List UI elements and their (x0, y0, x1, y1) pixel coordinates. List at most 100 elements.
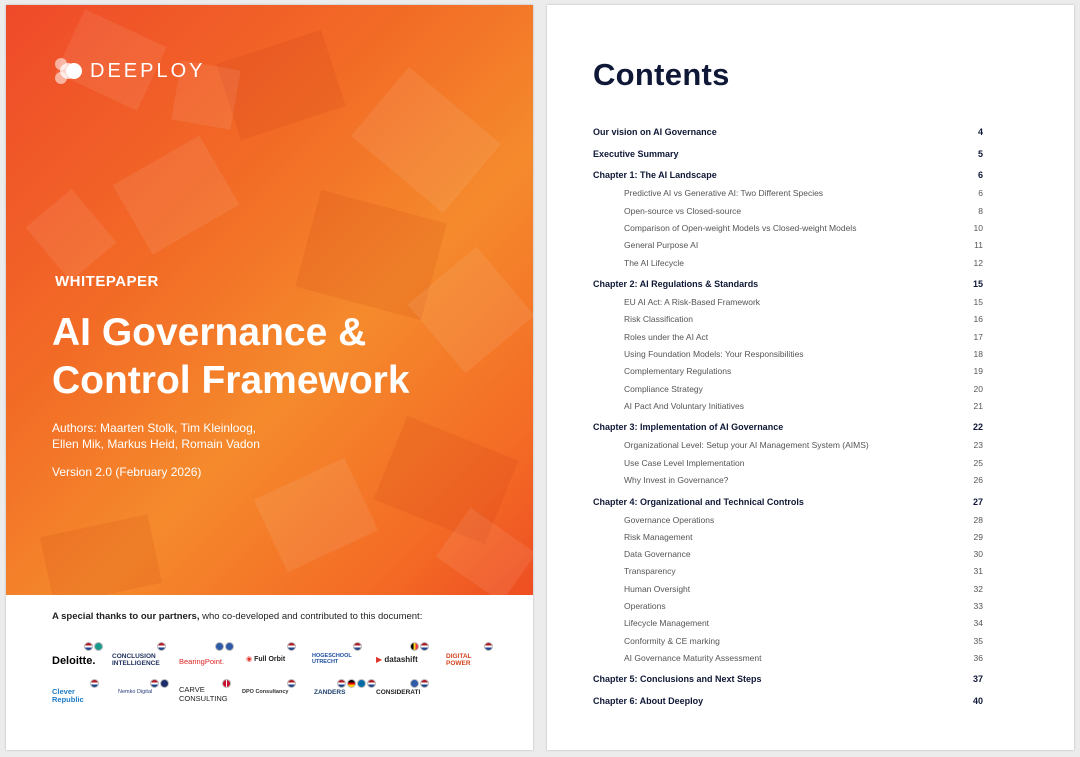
partner-logo: Deloitte. (52, 655, 96, 667)
toc-entry-page-number: 20 (973, 383, 983, 394)
toc-chapter-entry[interactable]: Chapter 4: Organizational and Technical … (593, 497, 983, 511)
toc-entry-page-number: 11 (974, 240, 983, 251)
toc-entry-title: Organizational Level: Setup your AI Mana… (624, 440, 869, 451)
logo-text: DEEPLOY (90, 59, 206, 82)
toc-entry-title: Risk Management (624, 531, 693, 542)
toc-section-entry[interactable]: Using Foundation Models: Your Responsibi… (593, 349, 983, 363)
toc-entry-title: Chapter 4: Organizational and Technical … (593, 496, 804, 507)
toc-entry-page-number: 12 (973, 257, 983, 268)
toc-entry-page-number: 27 (972, 496, 983, 507)
partner-flags (215, 642, 234, 651)
toc-entry-page-number: 34 (973, 618, 983, 629)
partner-flags (410, 642, 429, 651)
toc-entry-page-number: 36 (973, 652, 983, 663)
toc-entry-title: Complementary Regulations (624, 366, 732, 377)
toc-chapter-entry[interactable]: Chapter 2: AI Regulations & Standards 15 (593, 279, 983, 293)
toc-entry-page-number: 8 (978, 205, 983, 216)
toc-section-entry[interactable]: Complementary Regulations 19 (593, 366, 983, 380)
toc-entry-title: Compliance Strategy (624, 383, 703, 394)
cover-background: DEEPLOY WHITEPAPER AI Governance & Contr… (6, 5, 533, 595)
toc-section-entry[interactable]: Organizational Level: Setup your AI Mana… (593, 440, 983, 454)
toc-entry-page-number: 19 (973, 366, 983, 377)
toc-entry-page-number: 31 (973, 566, 983, 577)
toc-chapter-entry[interactable]: Chapter 5: Conclusions and Next Steps 37 (593, 674, 983, 688)
partner-logo: HOGESCHOOL UTRECHT (312, 653, 352, 665)
partner-logo: DPO Consultancy (242, 689, 289, 695)
toc-section-entry[interactable]: Open-source vs Closed-source 8 (593, 206, 983, 220)
toc-entry-title: Our vision on AI Governance (593, 127, 717, 137)
deeploy-logo: DEEPLOY (52, 55, 205, 87)
toc-section-entry[interactable]: Transparency 31 (593, 566, 983, 580)
toc-entry-title: Predictive AI vs Generative AI: Two Diff… (624, 188, 824, 199)
toc-chapter-entry[interactable]: Executive Summary 5 (593, 149, 983, 163)
partner-flags (90, 679, 99, 688)
toc-entry-title: AI Pact And Voluntary Initiatives (624, 400, 745, 411)
version: Version 2.0 (February 2026) (52, 465, 202, 479)
toc-section-entry[interactable]: General Purpose AI 11 (593, 240, 983, 254)
toc-entry-title: General Purpose AI (624, 240, 699, 251)
partner-flags (84, 642, 103, 651)
toc-entry-title: EU AI Act: A Risk-Based Framework (624, 297, 761, 308)
partner-flags (287, 679, 296, 688)
toc-entry-title: Data Governance (624, 549, 691, 560)
toc-section-entry[interactable]: Predictive AI vs Generative AI: Two Diff… (593, 188, 983, 202)
toc-entry-title: Comparison of Open-weight Models vs Clos… (624, 223, 857, 233)
toc-entry-page-number: 30 (973, 549, 983, 560)
toc-section-entry[interactable]: AI Governance Maturity Assessment 36 (593, 653, 983, 667)
toc-entry-page-number: 26 (973, 475, 983, 485)
toc-section-entry[interactable]: Compliance Strategy 20 (593, 384, 983, 398)
thanks-bold: A special thanks to our partners, (52, 611, 200, 622)
partner-flags (484, 642, 493, 651)
partner-logo: CONCLUSION INTELLIGENCE (112, 653, 160, 667)
toc-section-entry[interactable]: Roles under the AI Act 17 (593, 332, 983, 346)
toc-entry-title: Conformity & CE marking (624, 635, 720, 646)
toc-section-entry[interactable]: Conformity & CE marking 35 (593, 636, 983, 650)
partner-logo: BearingPoint. (179, 657, 225, 666)
contents-page: Contents Our vision on AI Governance 4 Exe… (547, 5, 1074, 750)
partner-logo: DIGITAL POWER (446, 653, 472, 667)
toc-entry-page-number: 37 (972, 674, 983, 685)
partner-logo: Clever Republic (52, 687, 84, 704)
toc-section-entry[interactable]: Why Invest in Governance? 26 (593, 475, 983, 489)
toc-section-entry[interactable]: Comparison of Open-weight Models vs Clos… (593, 223, 983, 237)
thanks-rest: who co-developed and contributed to this… (199, 611, 423, 622)
toc-entry-page-number: 5 (977, 148, 983, 159)
toc-entry-page-number: 10 (973, 223, 983, 233)
cover-page: DEEPLOY WHITEPAPER AI Governance & Contr… (6, 5, 533, 750)
toc-section-entry[interactable]: EU AI Act: A Risk-Based Framework 15 (593, 297, 983, 311)
toc-entry-title: Chapter 1: The AI Landscape (593, 170, 717, 181)
toc-entry-page-number: 15 (973, 297, 983, 308)
toc-entry-page-number: 22 (972, 422, 983, 433)
toc-chapter-entry[interactable]: Chapter 6: About Deeploy 40 (593, 696, 983, 710)
partner-logo: ZANDERS (314, 689, 346, 696)
toc-section-entry[interactable]: The AI Lifecycle 12 (593, 258, 983, 272)
contents-title: Contents (593, 57, 730, 92)
deeploy-logo-icon (55, 58, 82, 84)
toc-chapter-entry[interactable]: Chapter 1: The AI Landscape 6 (593, 170, 983, 184)
toc-section-entry[interactable]: Lifecycle Management 34 (593, 618, 983, 632)
toc-entry-page-number: 29 (973, 531, 983, 542)
toc-section-entry[interactable]: Governance Operations 28 (593, 515, 983, 529)
toc-section-entry[interactable]: Operations 33 (593, 601, 983, 615)
toc-chapter-entry[interactable]: Our vision on AI Governance 4 (593, 127, 983, 141)
toc-entry-page-number: 23 (973, 440, 983, 451)
toc-entry-page-number: 32 (973, 583, 983, 594)
document-type-label: WHITEPAPER (55, 273, 159, 290)
toc-section-entry[interactable]: AI Pact And Voluntary Initiatives 21 (593, 401, 983, 415)
toc-section-entry[interactable]: Human Oversight 32 (593, 584, 983, 598)
toc-chapter-entry[interactable]: Chapter 3: Implementation of AI Governan… (593, 422, 983, 436)
toc-entry-title: Use Case Level Implementation (624, 457, 745, 468)
toc-entry-page-number: 15 (972, 279, 983, 290)
toc-entry-title: Human Oversight (624, 583, 691, 594)
toc-section-entry[interactable]: Risk Classification 16 (593, 314, 983, 328)
toc-section-entry[interactable]: Data Governance 30 (593, 549, 983, 563)
partner-flags (353, 642, 362, 651)
toc-section-entry[interactable]: Use Case Level Implementation 25 (593, 458, 983, 472)
partner-logo: CARVE CONSULTING (179, 685, 228, 703)
toc-entry-title: Risk Classification (624, 314, 693, 325)
toc-section-entry[interactable]: Risk Management 29 (593, 532, 983, 546)
toc-entry-title: Operations (624, 601, 666, 611)
toc-entry-title: Chapter 6: About Deeploy (593, 696, 704, 707)
authors-line-1: Authors: Maarten Stolk, Tim Kleinloog, (52, 421, 257, 435)
toc-entry-page-number: 18 (973, 349, 983, 359)
